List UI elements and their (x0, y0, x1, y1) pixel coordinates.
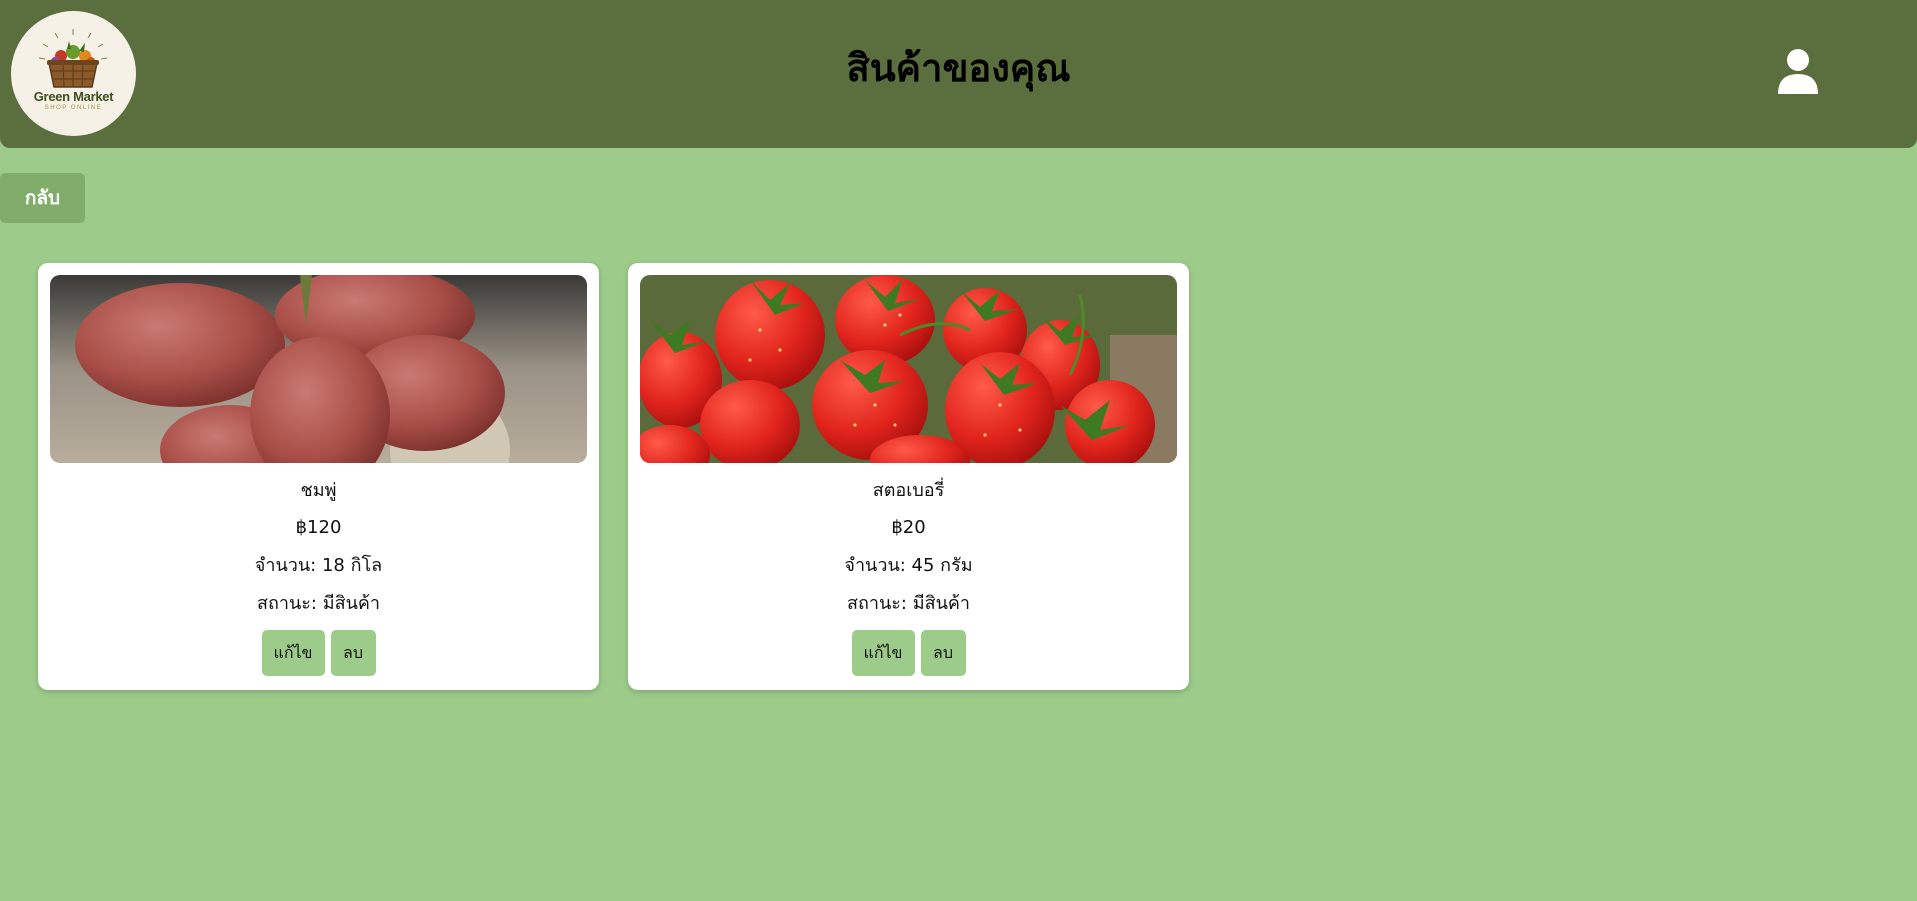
top-header: Green Market SHOP ONLINE สินค้าของคุณ (0, 0, 1917, 148)
product-image-rose-apple (50, 275, 587, 463)
product-image-strawberry (640, 275, 1177, 463)
edit-button[interactable]: แก้ไข (261, 630, 325, 676)
product-actions: แก้ไข ลบ (38, 630, 599, 676)
delete-button[interactable]: ลบ (920, 630, 966, 676)
product-status: สถานะ: มีสินค้า (846, 593, 971, 614)
user-icon[interactable] (1776, 48, 1820, 94)
product-quantity: จำนวน: 18 กิโล (254, 555, 383, 576)
logo-tagline: SHOP ONLINE (44, 105, 103, 111)
delete-button[interactable]: ลบ (330, 630, 376, 676)
product-name: ชมพู่ (300, 480, 337, 501)
back-button[interactable]: กลับ (0, 173, 85, 223)
product-actions: แก้ไข ลบ (628, 630, 1189, 676)
product-name: สตอเบอรี่ (872, 480, 945, 501)
product-price: ฿120 (295, 517, 342, 538)
product-status: สถานะ: มีสินค้า (256, 593, 381, 614)
product-price: ฿20 (891, 517, 926, 538)
product-card: สตอเบอรี่ ฿20 จำนวน: 45 กรัม สถานะ: มีสิ… (628, 263, 1189, 690)
product-card: ชมพู่ ฿120 จำนวน: 18 กิโล สถานะ: มีสินค้… (38, 263, 599, 690)
page-title: สินค้าของคุณ (846, 46, 1071, 90)
product-quantity: จำนวน: 45 กรัม (844, 555, 973, 576)
edit-button[interactable]: แก้ไข (851, 630, 915, 676)
